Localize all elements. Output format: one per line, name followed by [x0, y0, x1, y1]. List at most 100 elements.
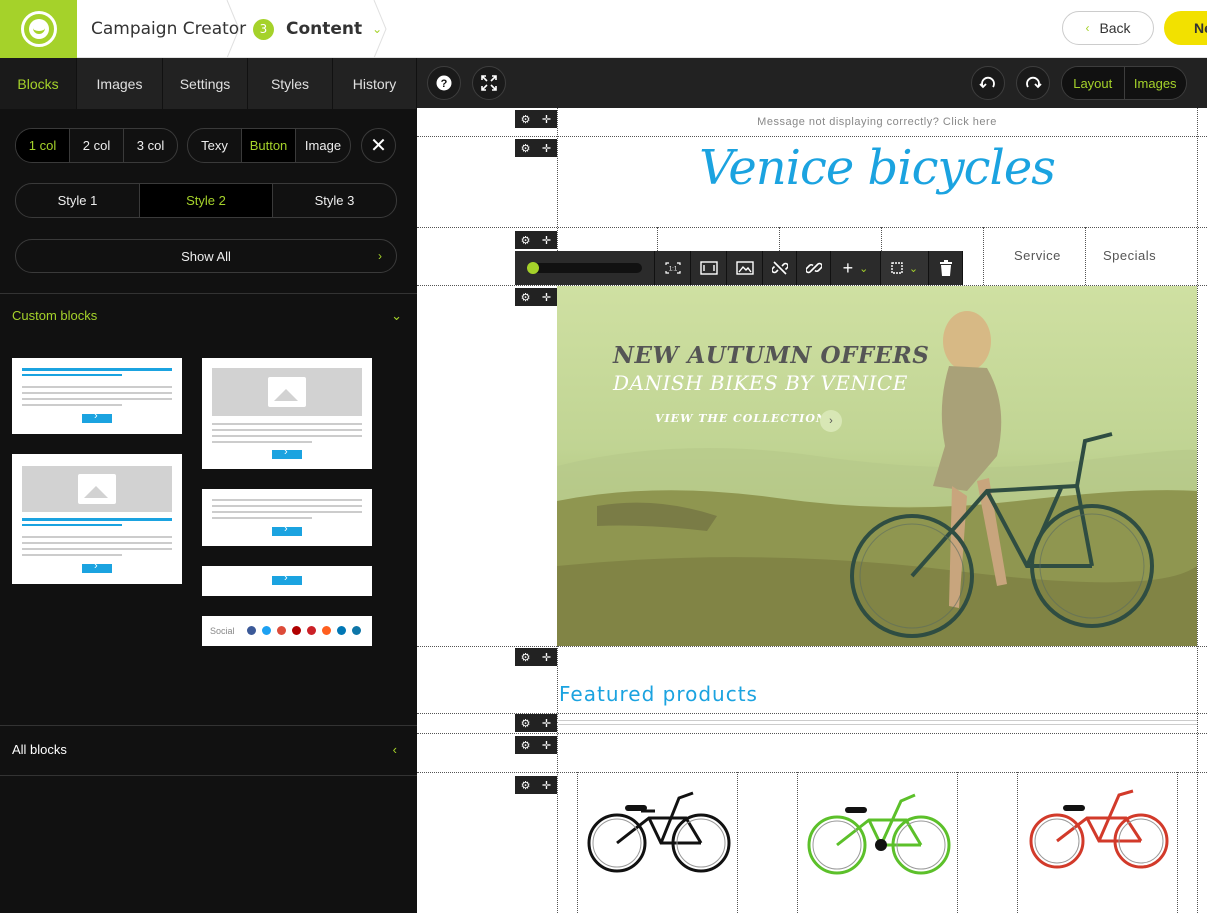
brand-logo-text[interactable]: Venice bicycles — [557, 140, 1197, 196]
hero-cta-link[interactable]: VIEW THE COLLECTION — [655, 412, 827, 425]
two-col-option[interactable]: 2 col — [70, 129, 124, 162]
divider — [0, 725, 417, 726]
guide-line — [1085, 227, 1086, 285]
undo-icon[interactable] — [971, 66, 1005, 100]
linkedin-icon — [337, 626, 346, 635]
zoom-slider[interactable] — [515, 251, 655, 285]
custom-blocks-header[interactable]: Custom blocks ⌄ — [12, 308, 402, 324]
gear-icon[interactable]: ⚙ — [515, 714, 536, 732]
three-col-option[interactable]: 3 col — [124, 129, 177, 162]
move-icon[interactable]: ✛ — [536, 776, 557, 794]
tab-blocks[interactable]: Blocks — [0, 58, 77, 109]
block-controls: ⚙ ✛ — [515, 288, 557, 306]
step-label: Content — [286, 19, 363, 39]
guide-line — [577, 772, 578, 913]
breadcrumb-separator-icon — [226, 0, 240, 58]
arrow-right-icon[interactable]: › — [820, 410, 842, 432]
tab-history[interactable]: History — [333, 58, 417, 109]
product-image-green-bike[interactable] — [801, 773, 961, 883]
gear-icon[interactable]: ⚙ — [515, 231, 536, 249]
guide-line — [417, 227, 1207, 228]
chevron-left-icon: ‹ — [392, 742, 397, 757]
column-selector: 1 col 2 col 3 col — [15, 128, 178, 163]
chevron-left-icon: ‹ — [1085, 21, 1090, 35]
twitter-icon — [262, 626, 271, 635]
move-icon[interactable]: ✛ — [536, 139, 557, 157]
all-blocks-header[interactable]: All blocks ‹ — [12, 742, 397, 757]
app-logo[interactable] — [0, 0, 77, 58]
block-thumbnail-social[interactable]: Social — [202, 616, 372, 646]
move-icon[interactable]: ✛ — [536, 648, 557, 666]
preheader-link[interactable]: Message not displaying correctly? Click … — [557, 116, 1197, 128]
gear-icon[interactable]: ⚙ — [515, 110, 536, 128]
move-icon[interactable]: ✛ — [536, 110, 557, 128]
images-mode-option[interactable]: Images — [1124, 67, 1186, 99]
gear-icon[interactable]: ⚙ — [515, 648, 536, 666]
block-controls: ⚙ ✛ — [515, 736, 557, 754]
gear-icon[interactable]: ⚙ — [515, 736, 536, 754]
unlink-icon[interactable] — [763, 251, 797, 285]
show-all-button[interactable]: Show All › — [15, 239, 397, 273]
top-header: Campaign Creator 3 Content ⌄ ‹ Back Ne — [0, 0, 1207, 58]
tab-styles[interactable]: Styles — [248, 58, 333, 109]
close-icon[interactable]: ✕ — [361, 128, 396, 163]
featured-heading[interactable]: Featured products — [559, 682, 758, 706]
hero-image[interactable]: NEW AUTUMN OFFERS DANISH BIKES BY VENICE… — [557, 286, 1197, 646]
one-col-option[interactable]: 1 col — [16, 129, 70, 162]
style-1-option[interactable]: Style 1 — [16, 184, 140, 217]
tab-settings[interactable]: Settings — [163, 58, 248, 109]
style-3-option[interactable]: Style 3 — [273, 184, 396, 217]
button-option[interactable]: Button — [242, 129, 296, 162]
nav-item-service[interactable]: Service — [1014, 248, 1061, 263]
layout-mode-option[interactable]: Layout — [1062, 67, 1125, 99]
expand-icon[interactable] — [472, 66, 506, 100]
image-option[interactable]: Image — [296, 129, 350, 162]
divider-line — [557, 720, 1197, 721]
redo-icon[interactable] — [1016, 66, 1050, 100]
block-thumbnail-image-title-text[interactable] — [12, 454, 182, 584]
guide-line — [983, 227, 984, 285]
chevron-down-icon: ⌄ — [391, 308, 402, 323]
style-2-option[interactable]: Style 2 — [140, 184, 273, 217]
border-icon — [891, 262, 903, 274]
border-menu-button[interactable]: ⌄ — [881, 251, 929, 285]
fit-icon[interactable] — [691, 251, 727, 285]
panel-tabs: Blocks Images Settings Styles History — [0, 58, 417, 109]
image-replace-icon[interactable] — [727, 251, 763, 285]
block-controls: ⚙ ✛ — [515, 231, 557, 249]
product-image-red-bike[interactable] — [1021, 773, 1181, 883]
gear-icon[interactable]: ⚙ — [515, 139, 536, 157]
custom-blocks-label: Custom blocks — [12, 308, 98, 323]
guide-line — [417, 733, 1207, 734]
question-icon[interactable]: ? — [427, 66, 461, 100]
guide-line — [417, 646, 1207, 647]
text-option[interactable]: Texy — [188, 129, 242, 162]
move-icon[interactable]: ✛ — [536, 288, 557, 306]
trash-icon[interactable] — [929, 251, 963, 285]
gear-icon[interactable]: ⚙ — [515, 288, 536, 306]
block-thumbnail-text-only[interactable] — [202, 489, 372, 546]
tab-images[interactable]: Images — [77, 58, 163, 109]
back-button[interactable]: ‹ Back — [1062, 11, 1154, 45]
block-thumbnail-text-button[interactable] — [12, 358, 182, 434]
zoom-slider-handle[interactable] — [527, 262, 539, 274]
gear-icon[interactable]: ⚙ — [515, 776, 536, 794]
link-icon[interactable] — [797, 251, 831, 285]
move-icon[interactable]: ✛ — [536, 714, 557, 732]
xing-icon — [352, 626, 361, 635]
campaign-editor: Campaign Creator 3 Content ⌄ ‹ Back Ne B… — [0, 0, 1207, 913]
youtube-icon — [292, 626, 301, 635]
add-menu-button[interactable]: + ⌄ — [831, 251, 881, 285]
move-icon[interactable]: ✛ — [536, 231, 557, 249]
block-thumbnail-image-text-button[interactable] — [202, 358, 372, 469]
chevron-right-icon: › — [378, 249, 382, 263]
nav-item-specials[interactable]: Specials — [1103, 248, 1156, 263]
plus-icon: + — [842, 257, 854, 278]
block-thumbnail-button-only[interactable] — [202, 566, 372, 596]
original-size-icon[interactable]: 1:1 — [655, 251, 691, 285]
breadcrumb-step[interactable]: 3 Content ⌄ — [253, 0, 382, 58]
move-icon[interactable]: ✛ — [536, 736, 557, 754]
svg-text:1:1: 1:1 — [668, 267, 677, 273]
next-button[interactable]: Ne — [1164, 11, 1207, 45]
product-image-black-bike[interactable] — [581, 773, 741, 883]
